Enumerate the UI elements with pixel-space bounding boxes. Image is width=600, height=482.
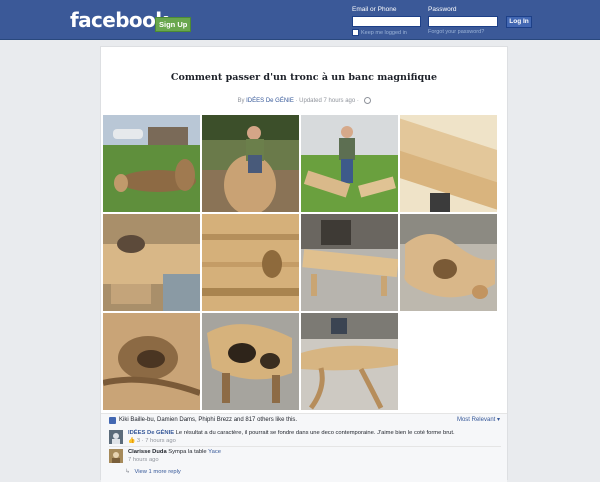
- avatar[interactable]: [109, 430, 123, 444]
- password-field[interactable]: [428, 16, 498, 27]
- divider: [109, 446, 501, 447]
- photo-6[interactable]: [202, 214, 299, 311]
- photo-5[interactable]: [103, 214, 200, 311]
- photo-9[interactable]: [103, 313, 200, 410]
- photo-3[interactable]: [301, 115, 398, 212]
- photo-7[interactable]: [301, 214, 398, 311]
- photo-11[interactable]: [301, 313, 398, 410]
- likes-bar: Kiki Baille-bu, Damien Dams, Phiphi Brez…: [101, 413, 507, 427]
- page-name-link[interactable]: IDÉES De GÉNIE: [246, 98, 294, 104]
- like-icon: [109, 417, 116, 424]
- comment-author[interactable]: Clarisse Duda: [128, 449, 167, 455]
- sign-up-button[interactable]: Sign Up: [155, 17, 192, 32]
- forgot-password-link[interactable]: Forgot your password?: [428, 29, 484, 35]
- globe-icon: [363, 97, 371, 104]
- photo-8[interactable]: [400, 214, 497, 311]
- log-in-button[interactable]: Log In: [506, 16, 532, 28]
- post-byline: By IDÉES De GÉNIE · Updated 7 hours ago …: [101, 97, 507, 104]
- photo-1[interactable]: [103, 115, 200, 212]
- post-card: Comment passer d'un tronc à un banc magn…: [100, 46, 508, 482]
- email-label: Email or Phone: [352, 6, 397, 13]
- comment-meta: 7 hours ago: [128, 457, 159, 463]
- checkbox-icon[interactable]: [352, 29, 359, 36]
- password-label: Password: [428, 6, 457, 13]
- comment-like-icon: 👍: [128, 438, 136, 444]
- view-more-replies[interactable]: ↳ View 1 more reply: [125, 468, 517, 476]
- keep-logged-in-checkbox[interactable]: Keep me logged in: [352, 29, 407, 36]
- comment-text: Le résultat a du caractère, il pourrait …: [175, 430, 455, 436]
- facebook-logo[interactable]: facebook: [70, 8, 169, 32]
- keep-logged-in-label: Keep me logged in: [361, 29, 407, 36]
- view-more-link[interactable]: View 1 more reply: [134, 469, 180, 475]
- comment-meta: 👍 3 · 7 hours ago: [128, 438, 176, 444]
- top-bar: facebook Sign Up Email or Phone Password…: [0, 0, 600, 40]
- post-title: Comment passer d'un tronc à un banc magn…: [170, 72, 438, 83]
- comment-text: Sympa la table: [168, 449, 207, 455]
- comment-mention[interactable]: Yace: [208, 449, 221, 455]
- avatar[interactable]: [109, 449, 123, 463]
- photo-2[interactable]: [202, 115, 299, 212]
- photo-10[interactable]: [202, 313, 299, 410]
- email-field[interactable]: [352, 16, 421, 27]
- reply-arrow-icon: ↳: [125, 469, 130, 475]
- comments-section: IDÉES De GÉNIE Le résultat a du caractèr…: [101, 426, 507, 482]
- comment-author[interactable]: IDÉES De GÉNIE: [128, 430, 174, 436]
- photo-4[interactable]: [400, 115, 497, 212]
